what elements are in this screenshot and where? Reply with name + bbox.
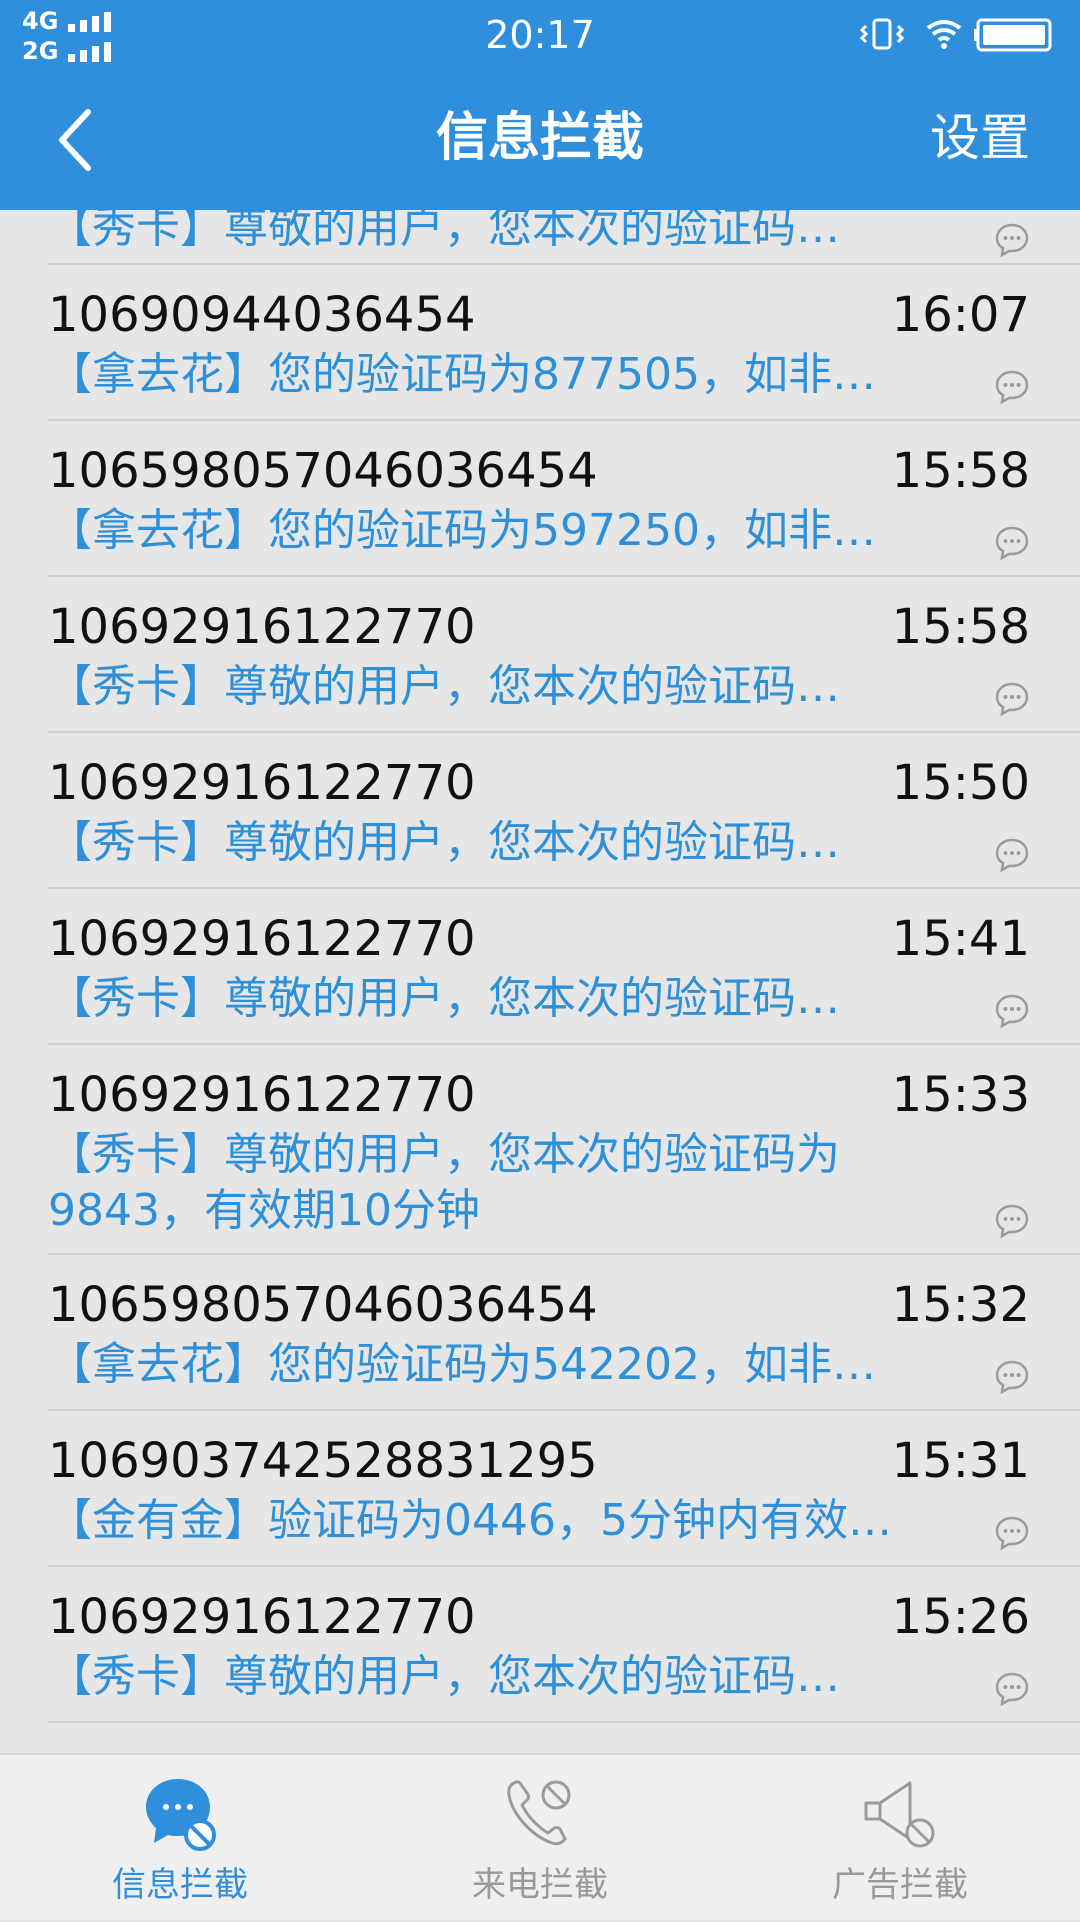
status-bar: 4G 2G 20:17	[0, 0, 1080, 70]
blocked-message-list[interactable]: 【秀卡】尊敬的用户，您本次的验证码… 10690944036454 16:07 …	[0, 210, 1080, 1753]
message-time: 15:32	[891, 1277, 1030, 1333]
message-time: 15:50	[891, 755, 1030, 811]
status-icons	[856, 14, 1056, 54]
message-time: 16:07	[891, 287, 1030, 343]
list-item[interactable]: 10690944036454 16:07 【拿去花】您的验证码为877505，如…	[0, 265, 1080, 421]
call-block-icon	[507, 1780, 571, 1846]
chat-bubble-icon	[995, 370, 1029, 405]
message-preview: 【秀卡】尊敬的用户，您本次的验证码为9843，有效期10分钟	[48, 1129, 840, 1236]
chat-bubble-icon	[995, 1204, 1029, 1239]
message-sender: 10692916122770	[48, 755, 476, 811]
chat-bubble-icon	[995, 526, 1029, 561]
chat-bubble-icon	[995, 1672, 1029, 1707]
chat-bubble-icon	[995, 994, 1029, 1029]
message-sender: 10692916122770	[48, 1067, 476, 1123]
message-preview: 【秀卡】尊敬的用户，您本次的验证码…	[48, 817, 840, 868]
tab-label: 信息拦截	[112, 1865, 248, 1905]
message-sender: 10690944036454	[48, 287, 476, 343]
chat-bubble-icon	[995, 838, 1029, 873]
message-time: 15:31	[891, 1433, 1030, 1489]
message-preview: 【金有金】验证码为0446，5分钟内有效…	[48, 1495, 892, 1546]
message-sender: 106903742528831295	[48, 1433, 598, 1489]
tab-label: 广告拦截	[832, 1865, 968, 1905]
chat-bubble-icon	[995, 682, 1029, 717]
list-item[interactable]: 106598057046036454 15:58 【拿去花】您的验证码为5972…	[0, 421, 1080, 577]
list-item[interactable]: 10692916122770 15:58 【秀卡】尊敬的用户，您本次的验证码…	[0, 577, 1080, 733]
message-block-icon	[146, 1779, 216, 1851]
tab-message-block[interactable]: 信息拦截	[0, 1755, 360, 1922]
message-time: 15:26	[891, 1589, 1030, 1645]
tab-call-block[interactable]: 来电拦截	[360, 1755, 720, 1922]
message-preview: 【拿去花】您的验证码为542202，如非…	[48, 1339, 876, 1390]
list-item[interactable]: 106598057046036454 15:32 【拿去花】您的验证码为5422…	[0, 1255, 1080, 1411]
battery-icon	[974, 18, 1052, 52]
back-button[interactable]	[40, 100, 120, 180]
message-preview: 【拿去花】您的验证码为877505，如非…	[48, 349, 876, 400]
message-time: 15:33	[891, 1067, 1030, 1123]
ad-block-icon	[864, 1781, 935, 1848]
message-sender: 10692916122770	[48, 599, 476, 655]
list-item[interactable]: 10692916122770 15:33 【秀卡】尊敬的用户，您本次的验证码为9…	[0, 1045, 1080, 1255]
chevron-left-icon	[59, 109, 91, 171]
chat-bubble-icon	[995, 223, 1029, 258]
page-title: 信息拦截	[435, 108, 644, 168]
list-item[interactable]: 10692916122770 15:26 【秀卡】尊敬的用户，您本次的验证码…	[0, 1567, 1080, 1723]
message-time: 15:58	[891, 599, 1030, 655]
message-preview: 【秀卡】尊敬的用户，您本次的验证码…	[48, 1651, 840, 1702]
header: 4G 2G 20:17 信息拦截 设置	[0, 0, 1080, 210]
tab-ad-block[interactable]: 广告拦截	[720, 1755, 1080, 1922]
settings-button[interactable]: 设置	[930, 106, 1030, 170]
bottom-tab-bar: 信息拦截 来电拦截 广告拦截	[0, 1753, 1080, 1920]
wifi-icon	[926, 20, 962, 49]
vibrate-icon	[859, 18, 905, 50]
message-sender: 10692916122770	[48, 1589, 476, 1645]
list-item[interactable]: 10692916122770 15:50 【秀卡】尊敬的用户，您本次的验证码…	[0, 733, 1080, 889]
nav-bar: 信息拦截 设置	[0, 70, 1080, 210]
message-sender: 106598057046036454	[48, 1277, 598, 1333]
message-time: 15:41	[891, 911, 1030, 967]
message-time: 15:58	[891, 443, 1030, 499]
tab-label: 来电拦截	[472, 1865, 608, 1905]
list-item[interactable]: 【秀卡】尊敬的用户，您本次的验证码…	[0, 210, 1080, 265]
chat-bubble-icon	[995, 1360, 1029, 1395]
chat-bubble-icon	[995, 1516, 1029, 1551]
message-preview: 【秀卡】尊敬的用户，您本次的验证码…	[48, 661, 840, 712]
message-sender: 106598057046036454	[48, 443, 598, 499]
list-item[interactable]: 106903742528831295 15:31 【金有金】验证码为0446，5…	[0, 1411, 1080, 1567]
list-item[interactable]: 10692916122770 15:41 【秀卡】尊敬的用户，您本次的验证码…	[0, 889, 1080, 1045]
message-preview: 【秀卡】尊敬的用户，您本次的验证码…	[48, 973, 840, 1024]
message-preview: 【拿去花】您的验证码为597250，如非…	[48, 505, 876, 556]
message-preview: 【秀卡】尊敬的用户，您本次的验证码…	[48, 210, 840, 253]
message-sender: 10692916122770	[48, 911, 476, 967]
